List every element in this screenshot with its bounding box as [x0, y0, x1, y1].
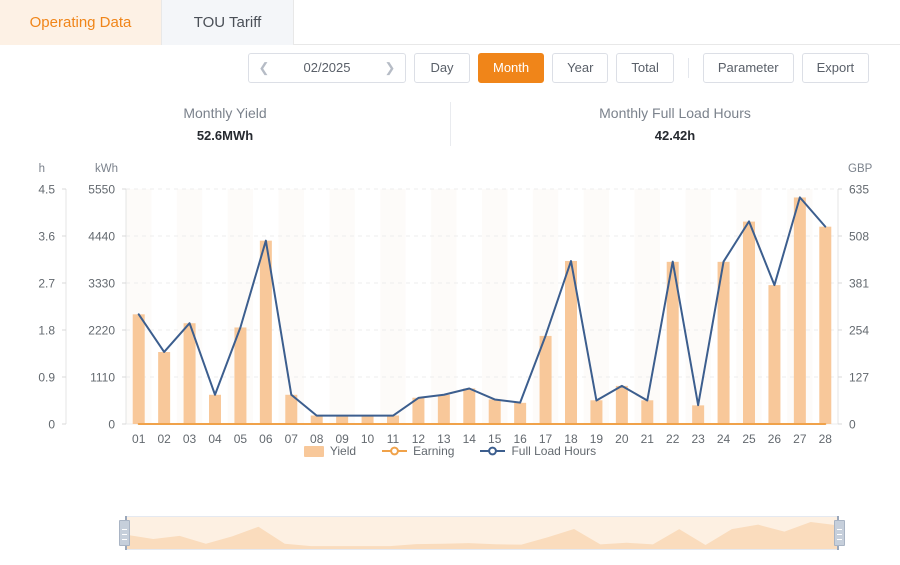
summary-monthly-full-load-hours-value: 42.42h: [654, 128, 696, 143]
axis-tick-label-kwh: 1110: [90, 371, 115, 385]
plot-band: [685, 189, 711, 424]
chevron-right-icon[interactable]: ❯: [375, 54, 405, 82]
parameter-button[interactable]: Parameter: [702, 52, 794, 83]
tab-tou-tariff-label: TOU Tariff: [193, 14, 262, 31]
chevron-left-icon[interactable]: ❮: [249, 54, 279, 82]
data-zoom-preview: [127, 522, 837, 549]
chart-bar[interactable]: [336, 415, 349, 424]
chart-bar[interactable]: [768, 285, 781, 424]
data-zoom-handle-right[interactable]: [834, 520, 845, 546]
chart-bar[interactable]: [310, 415, 323, 424]
chart-bar[interactable]: [793, 197, 806, 424]
plot-band: [507, 189, 533, 424]
chart-legend: Yield Earning Full Load Hours: [0, 444, 900, 458]
chart-bar[interactable]: [183, 323, 196, 424]
chart-bar[interactable]: [743, 221, 755, 424]
legend-item-full-load-hours[interactable]: Full Load Hours: [480, 444, 596, 458]
range-day-button[interactable]: Day: [414, 52, 470, 83]
range-total-button[interactable]: Total: [616, 52, 674, 83]
chart-bar[interactable]: [488, 399, 501, 424]
legend-earning-label: Earning: [413, 444, 455, 458]
plot-band: [329, 189, 355, 424]
axis-tick-label-gbp: 381: [849, 277, 869, 291]
plot-band: [354, 189, 381, 424]
axis-tick-label-kwh: 0: [108, 418, 115, 432]
legend-item-earning[interactable]: Earning: [382, 444, 454, 458]
summary-monthly-yield-label: Monthly Yield: [183, 105, 267, 121]
chart-bar[interactable]: [132, 314, 145, 424]
summary-monthly-yield: Monthly Yield 52.6MWh: [0, 96, 450, 152]
axis-tick-label-hours: 3.6: [38, 230, 55, 244]
plot-band: [202, 189, 228, 424]
chart-bar[interactable]: [819, 226, 832, 424]
legend-full-load-hours-label: Full Load Hours: [511, 444, 597, 458]
data-zoom-handle-left[interactable]: [119, 520, 130, 546]
axis-tick-label-hours: 0.9: [38, 371, 55, 385]
chart-bar[interactable]: [463, 388, 476, 424]
chart-bar[interactable]: [590, 400, 603, 424]
legend-yield-label: Yield: [329, 444, 357, 458]
axis-tick-label-kwh: 5550: [88, 183, 115, 197]
data-zoom-track[interactable]: [126, 516, 838, 550]
tab-tou-tariff[interactable]: TOU Tariff: [162, 0, 294, 45]
axis-unit-gbp: GBP: [848, 163, 873, 175]
chart-bar[interactable]: [514, 402, 527, 424]
legend-item-yield[interactable]: Yield: [303, 444, 357, 458]
toolbar-divider: [687, 57, 689, 78]
chart-bar[interactable]: [437, 394, 450, 424]
tab-operating-data-label: Operating Data: [29, 14, 132, 31]
chart-canvas: h kWh GBP 0 0.9 1.8 2.7 3.6 4.5 0 1110 2220 3330 4440…: [38, 163, 873, 446]
plot-band: [405, 189, 432, 424]
chart-bar[interactable]: [158, 352, 171, 424]
axis-tick-label-hours: 1.8: [38, 324, 55, 338]
axis-tick-label-gbp: 0: [849, 418, 856, 432]
axis-tick-label-hours: 0: [48, 418, 55, 432]
axis-tick-label-kwh: 2220: [88, 324, 115, 338]
plot-band: [304, 189, 330, 424]
plot-band: [431, 189, 457, 424]
axis-tick-label-gbp: 254: [849, 324, 869, 338]
legend-earning-swatch: [382, 446, 408, 456]
legend-yield-swatch: [303, 445, 324, 457]
chart-bar[interactable]: [234, 327, 247, 424]
energy-chart: h kWh GBP 0 0.9 1.8 2.7 3.6 4.5 0 1110 2220 3330 4440…: [0, 152, 900, 492]
plot-band: [634, 189, 660, 424]
axis-tick-label-gbp: 635: [849, 183, 869, 197]
date-navigator[interactable]: ❮ 02/2025 ❯: [248, 52, 406, 83]
chart-bar[interactable]: [209, 394, 221, 424]
tab-bar-filler: [294, 0, 900, 44]
date-value[interactable]: 02/2025: [279, 60, 375, 75]
data-zoom-area: [127, 522, 837, 549]
axis-unit-hours: h: [39, 163, 45, 175]
axis-tick-label-hours: 2.7: [38, 277, 55, 291]
summary-monthly-yield-value: 52.6MWh: [196, 128, 254, 143]
summary-strip: Monthly Yield 52.6MWh Monthly Full Load …: [0, 96, 900, 152]
chart-bar[interactable]: [361, 415, 374, 424]
axis-unit-kwh: kWh: [95, 163, 118, 175]
axis-tick-label-gbp: 127: [849, 371, 869, 385]
chart-bar[interactable]: [615, 385, 628, 424]
data-zoom-slider[interactable]: [119, 516, 845, 550]
chart-bar[interactable]: [387, 415, 399, 424]
tab-bar: Operating Data TOU Tariff: [0, 0, 900, 45]
export-button[interactable]: Export: [801, 52, 870, 83]
range-month-button[interactable]: Month: [478, 52, 545, 83]
legend-full-load-hours-swatch: [480, 446, 506, 456]
axis-tick-label-kwh: 4440: [88, 230, 115, 244]
plot-band: [380, 189, 406, 424]
chart-toolbar: ❮ 02/2025 ❯ Day Month Year Total Paramet…: [0, 45, 900, 90]
plot-band: [482, 189, 508, 424]
range-year-button[interactable]: Year: [552, 52, 609, 83]
chart-bar[interactable]: [641, 400, 654, 424]
axis-tick-label-hours: 4.5: [38, 183, 55, 197]
chart-bar[interactable]: [692, 405, 705, 424]
tab-operating-data[interactable]: Operating Data: [0, 0, 162, 45]
axis-tick-label-gbp: 508: [849, 230, 869, 244]
plot-band: [583, 189, 610, 424]
summary-monthly-full-load-hours: Monthly Full Load Hours 42.42h: [450, 96, 900, 152]
axis-tick-label-kwh: 3330: [88, 277, 115, 291]
summary-monthly-full-load-hours-label: Monthly Full Load Hours: [599, 105, 751, 121]
